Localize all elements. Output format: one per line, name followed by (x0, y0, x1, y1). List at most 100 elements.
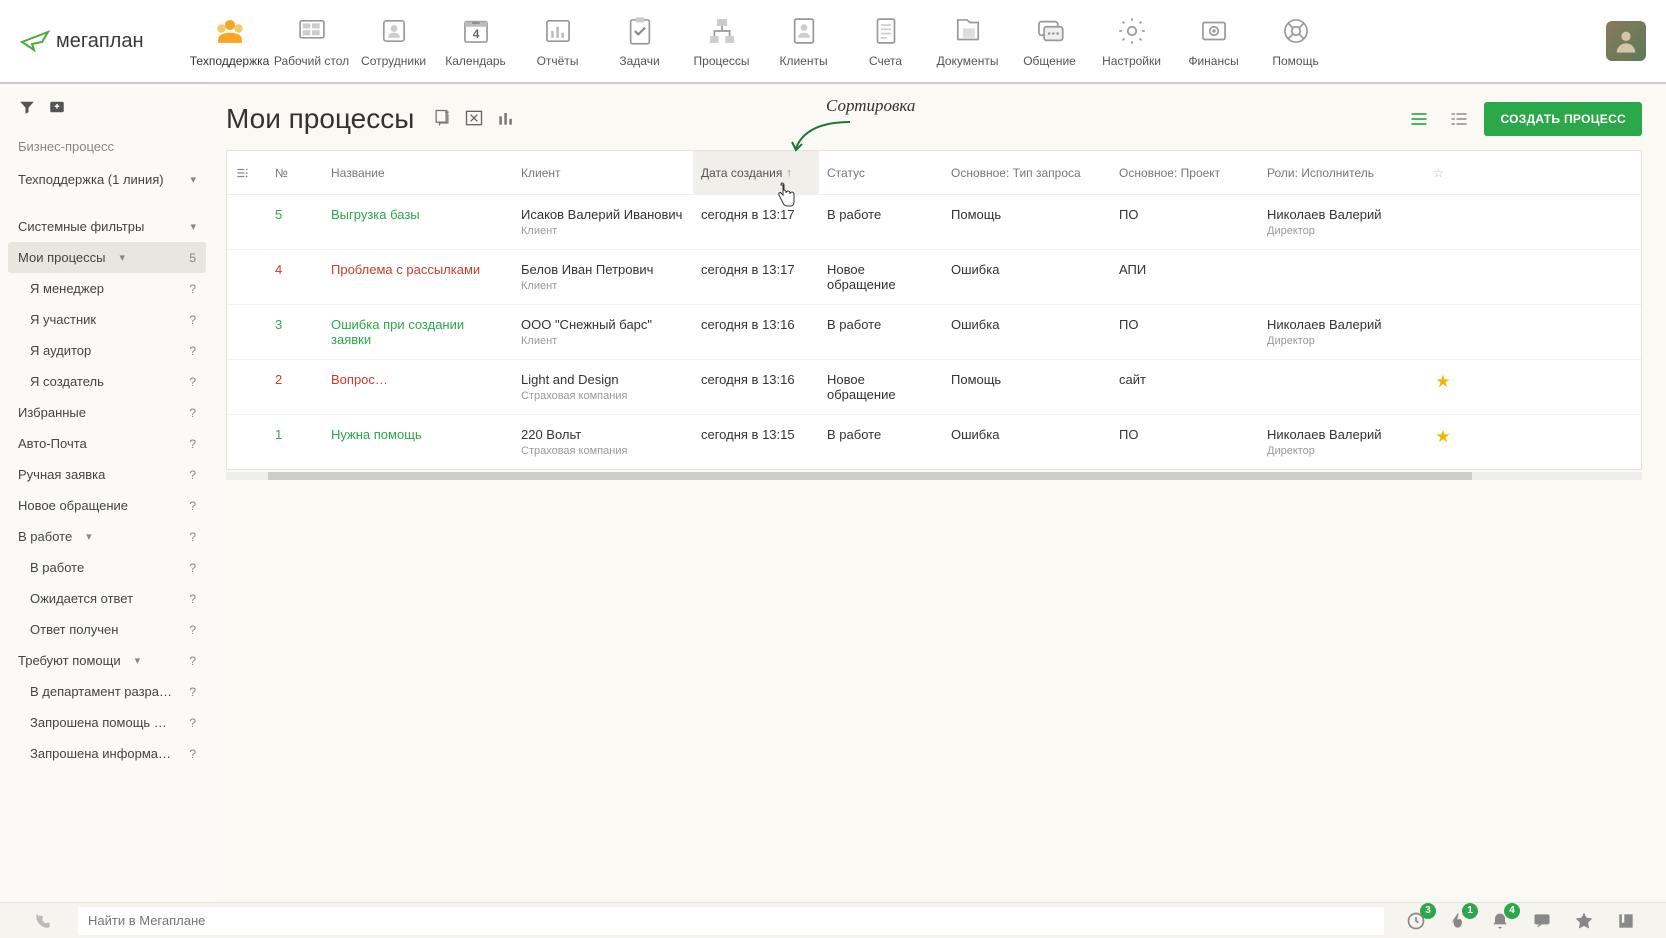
desktop-icon (295, 14, 329, 48)
logo[interactable]: мегаплан (20, 30, 144, 53)
row-project: сайт (1111, 372, 1259, 402)
row-name: Ошибка при создании заявки (323, 317, 513, 347)
nav-docs[interactable]: Документы (928, 2, 1008, 80)
bookmark-icon[interactable] (1614, 909, 1638, 933)
star-icon[interactable] (1572, 909, 1596, 933)
fire-icon[interactable]: 1 (1446, 909, 1470, 933)
sidebar-filters-toggle[interactable]: Системные фильтры▾ (8, 211, 206, 242)
table-row[interactable]: 1Нужна помощь220 ВольтСтраховая компания… (227, 415, 1641, 469)
sidebar-item-14[interactable]: В департамент разра…? (8, 676, 206, 707)
sidebar-item-count: ? (182, 685, 196, 699)
row-project: ПО (1111, 207, 1259, 237)
table-row[interactable]: 2Вопрос…Light and DesignСтраховая компан… (227, 360, 1641, 415)
sidebar-item-15[interactable]: Запрошена помощь …? (8, 707, 206, 738)
sidebar-item-13[interactable]: Требуют помощи▾? (8, 645, 206, 676)
th-name[interactable]: Название (323, 166, 513, 180)
chat-icon[interactable] (1530, 909, 1554, 933)
row-name: Проблема с рассылками (323, 262, 513, 292)
sidebar-item-3[interactable]: Я аудитор? (8, 335, 206, 366)
nav-users[interactable]: Техподдержка (190, 2, 270, 80)
filter-icon[interactable] (18, 98, 36, 119)
row-status: В работе (819, 317, 943, 347)
sidebar-item-label: Новое обращение (18, 498, 128, 513)
nav-finance[interactable]: Финансы (1174, 2, 1254, 80)
docs-icon (951, 14, 985, 48)
sidebar-item-12[interactable]: Ответ получен? (8, 614, 206, 645)
process-link[interactable]: Ошибка при создании заявки (331, 317, 464, 347)
nav-calendar[interactable]: июнь4Календарь (436, 2, 516, 80)
star-filled-icon[interactable]: ★ (1435, 427, 1450, 446)
global-search-input[interactable] (78, 907, 1384, 935)
nav-settings[interactable]: Настройки (1092, 2, 1172, 80)
nav-label: Общение (1023, 54, 1076, 68)
nav-label: Клиенты (779, 54, 827, 68)
add-filter-icon[interactable] (48, 98, 66, 119)
sidebar-item-0[interactable]: Мои процессы▾5 (8, 242, 206, 273)
view-list-icon[interactable] (1404, 104, 1434, 134)
row-client: Исаков Валерий ИвановичКлиент (513, 207, 693, 237)
sidebar-item-1[interactable]: Я менеджер? (8, 273, 206, 304)
sidebar-item-9[interactable]: В работе▾? (8, 521, 206, 552)
table-row[interactable]: 4Проблема с рассылкамиБелов Иван Петрови… (227, 250, 1641, 305)
row-executor: Николаев ВалерийДиректор (1259, 207, 1425, 237)
nav-tasks[interactable]: Задачи (600, 2, 680, 80)
sidebar-item-5[interactable]: Избранные? (8, 397, 206, 428)
th-client[interactable]: Клиент (513, 166, 693, 180)
nav-help[interactable]: Помощь (1256, 2, 1336, 80)
nav-invoices[interactable]: Счета (846, 2, 926, 80)
th-num[interactable]: № (267, 166, 323, 180)
sort-asc-icon: ↑ (786, 167, 792, 179)
th-status[interactable]: Статус (819, 166, 943, 180)
sidebar-item-8[interactable]: Новое обращение? (8, 490, 206, 521)
th-project[interactable]: Основное: Проект (1111, 166, 1259, 180)
nav-label: Счета (869, 54, 902, 68)
sidebar-item-6[interactable]: Авто-Почта? (8, 428, 206, 459)
table-row[interactable]: 3Ошибка при создании заявкиООО "Снежный … (227, 305, 1641, 360)
sidebar-item-16[interactable]: Запрошена информа…? (8, 738, 206, 769)
sidebar-item-11[interactable]: Ожидается ответ? (8, 583, 206, 614)
column-settings-button[interactable] (227, 166, 267, 180)
sidebar-item-label: Мои процессы (18, 250, 105, 265)
table-row[interactable]: 5Выгрузка базыИсаков Валерий ИвановичКли… (227, 195, 1641, 250)
sidebar-bp-select[interactable]: Техподдержка (1 линия)▾ (8, 164, 206, 195)
th-type[interactable]: Основное: Тип запроса (943, 166, 1111, 180)
row-client: 220 ВольтСтраховая компания (513, 427, 693, 457)
fire-badge: 1 (1462, 903, 1478, 919)
nav-process[interactable]: Процессы (682, 2, 762, 80)
alert-icon[interactable]: 3 (1404, 909, 1428, 933)
process-link[interactable]: Нужна помощь (331, 427, 422, 442)
create-process-button[interactable]: СОЗДАТЬ ПРОЦЕСС (1484, 102, 1642, 136)
sidebar-item-2[interactable]: Я участник? (8, 304, 206, 335)
avatar[interactable] (1606, 21, 1646, 61)
row-status: Новое обращение (819, 262, 943, 292)
copy-icon[interactable] (432, 108, 454, 130)
star-outline-icon: ☆ (1433, 166, 1444, 180)
columns-icon[interactable] (496, 108, 518, 130)
main-nav: ТехподдержкаРабочий столСотрудникииюнь4К… (190, 2, 1336, 80)
process-link[interactable]: Проблема с рассылками (331, 262, 480, 277)
process-link[interactable]: Выгрузка базы (331, 207, 420, 222)
sidebar-item-label: В работе (30, 560, 84, 575)
chevron-down-icon: ▾ (119, 251, 125, 264)
excel-icon[interactable] (464, 108, 486, 130)
sidebar-item-4[interactable]: Я создатель? (8, 366, 206, 397)
th-star[interactable]: ☆ (1425, 166, 1461, 180)
nav-desktop[interactable]: Рабочий стол (272, 2, 352, 80)
sidebar-item-10[interactable]: В работе? (8, 552, 206, 583)
nav-staff[interactable]: Сотрудники (354, 2, 434, 80)
view-detail-icon[interactable] (1444, 104, 1474, 134)
phone-icon[interactable] (8, 912, 78, 930)
bell-icon[interactable]: 4 (1488, 909, 1512, 933)
sidebar: Бизнес-процесс Техподдержка (1 линия)▾ С… (0, 84, 214, 902)
row-executor (1259, 372, 1425, 402)
nav-chat[interactable]: Общение (1010, 2, 1090, 80)
process-link[interactable]: Вопрос… (331, 372, 388, 387)
nav-chart[interactable]: Отчёты (518, 2, 598, 80)
star-filled-icon[interactable]: ★ (1435, 372, 1450, 391)
nav-clients[interactable]: Клиенты (764, 2, 844, 80)
sidebar-item-7[interactable]: Ручная заявка? (8, 459, 206, 490)
th-executor[interactable]: Роли: Исполнитель (1259, 166, 1425, 180)
horizontal-scrollbar[interactable] (226, 472, 1642, 480)
sidebar-item-count: ? (182, 375, 196, 389)
row-type: Ошибка (943, 427, 1111, 457)
